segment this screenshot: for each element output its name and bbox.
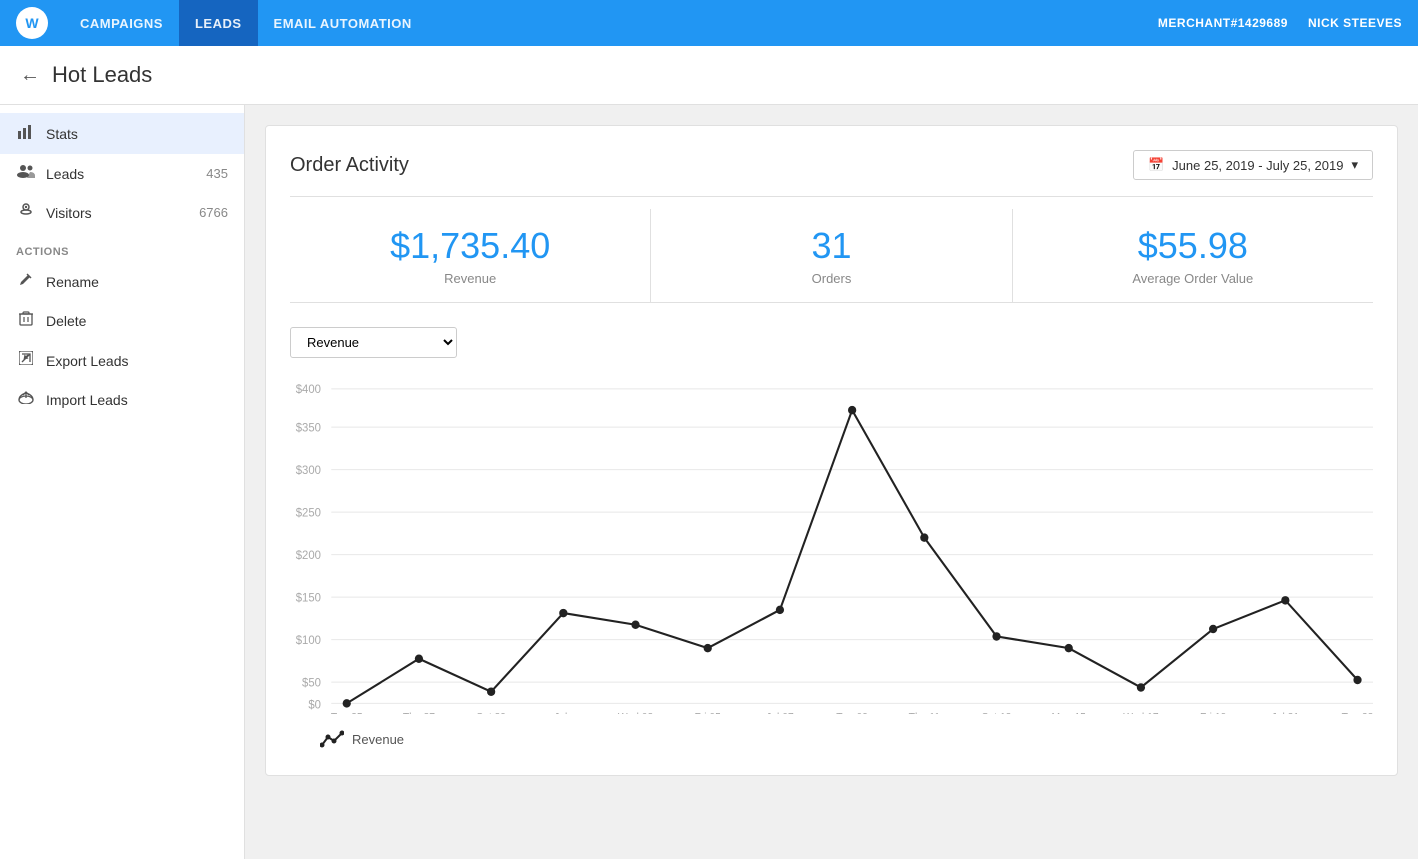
- chart-controls: Revenue Orders Average Order Value: [290, 327, 1373, 358]
- svg-text:July: July: [554, 712, 573, 714]
- sidebar-item-delete[interactable]: Delete: [0, 301, 244, 341]
- svg-text:Fri 19: Fri 19: [1200, 712, 1227, 714]
- leads-icon: [16, 164, 36, 183]
- sidebar-item-export-leads[interactable]: Export Leads: [0, 341, 244, 380]
- top-nav: W CAMPAIGNS LEADS EMAIL AUTOMATION MERCH…: [0, 0, 1418, 46]
- chart-legend: Revenue: [290, 727, 1373, 751]
- header-divider: [290, 196, 1373, 197]
- order-activity-card: Order Activity 📅 June 25, 2019 - July 25…: [265, 125, 1398, 776]
- revenue-chart: $400 $350 $300 $250 $200 $150 $100 $50: [290, 374, 1373, 714]
- page-header: ← Hot Leads: [0, 46, 1418, 105]
- stats-row: $1,735.40 Revenue 31 Orders $55.98 Avera…: [290, 209, 1373, 303]
- chart-area: $400 $350 $300 $250 $200 $150 $100 $50: [290, 374, 1373, 719]
- svg-text:Thu 11: Thu 11: [909, 712, 941, 714]
- import-leads-label: Import Leads: [46, 392, 228, 408]
- svg-text:Sat 13: Sat 13: [982, 712, 1012, 714]
- stats-icon: [16, 123, 36, 144]
- svg-text:$100: $100: [296, 635, 321, 647]
- svg-text:Mon 15: Mon 15: [1052, 712, 1087, 714]
- svg-text:Fri 05: Fri 05: [695, 712, 722, 714]
- svg-text:$250: $250: [296, 507, 321, 519]
- orders-label: Orders: [675, 271, 987, 286]
- legend-label: Revenue: [352, 732, 404, 747]
- main-content: Order Activity 📅 June 25, 2019 - July 25…: [245, 105, 1418, 859]
- export-icon: [16, 351, 36, 370]
- nav-email-automation[interactable]: EMAIL AUTOMATION: [258, 0, 428, 46]
- right-info: MERCHANT#1429689 NICK STEEVES: [1158, 16, 1402, 30]
- rename-label: Rename: [46, 274, 228, 290]
- leads-count: 435: [206, 166, 228, 181]
- stat-revenue: $1,735.40 Revenue: [290, 209, 651, 302]
- sidebar-item-visitors-label: Visitors: [46, 205, 189, 221]
- svg-text:Jul 21: Jul 21: [1272, 712, 1300, 714]
- sidebar: Stats Leads 435 Visitors 6766 Actions Re…: [0, 105, 245, 859]
- svg-text:Sat 29: Sat 29: [476, 712, 506, 714]
- rename-icon: [16, 272, 36, 291]
- logo: W: [16, 7, 48, 39]
- revenue-value: $1,735.40: [314, 225, 626, 267]
- date-range-text: June 25, 2019 - July 25, 2019: [1172, 158, 1343, 173]
- svg-text:Tue 09: Tue 09: [836, 712, 868, 714]
- delete-icon: [16, 311, 36, 331]
- svg-text:Wed 03: Wed 03: [618, 712, 654, 714]
- revenue-label: Revenue: [314, 271, 626, 286]
- chart-metric-dropdown[interactable]: Revenue Orders Average Order Value: [290, 327, 457, 358]
- back-button[interactable]: ←: [20, 64, 40, 87]
- import-icon: [16, 390, 36, 409]
- svg-text:$350: $350: [296, 422, 321, 434]
- date-range-button[interactable]: 📅 June 25, 2019 - July 25, 2019 ▾: [1133, 150, 1373, 180]
- user-name: NICK STEEVES: [1308, 16, 1402, 30]
- avg-order-label: Average Order Value: [1037, 271, 1349, 286]
- calendar-icon: 📅: [1148, 157, 1164, 173]
- layout: Stats Leads 435 Visitors 6766 Actions Re…: [0, 105, 1418, 859]
- svg-text:Wed 17: Wed 17: [1123, 712, 1159, 714]
- card-title: Order Activity: [290, 154, 409, 177]
- stat-orders: 31 Orders: [651, 209, 1012, 302]
- svg-text:$0: $0: [308, 700, 321, 712]
- svg-text:Tue 23: Tue 23: [1342, 712, 1373, 714]
- nav-leads[interactable]: LEADS: [179, 0, 258, 46]
- sidebar-item-stats[interactable]: Stats: [0, 113, 244, 154]
- sidebar-item-leads[interactable]: Leads 435: [0, 154, 244, 193]
- nav-items: CAMPAIGNS LEADS EMAIL AUTOMATION: [64, 0, 1158, 46]
- svg-text:$50: $50: [302, 677, 321, 689]
- export-leads-label: Export Leads: [46, 353, 228, 369]
- card-header: Order Activity 📅 June 25, 2019 - July 25…: [290, 150, 1373, 180]
- delete-label: Delete: [46, 313, 228, 329]
- visitors-count: 6766: [199, 205, 228, 220]
- sidebar-item-leads-label: Leads: [46, 166, 196, 182]
- svg-text:Jul 07: Jul 07: [766, 712, 794, 714]
- sidebar-item-rename[interactable]: Rename: [0, 262, 244, 301]
- dropdown-arrow-icon: ▾: [1351, 157, 1358, 173]
- svg-text:Tue 25: Tue 25: [331, 712, 363, 714]
- sidebar-item-import-leads[interactable]: Import Leads: [0, 380, 244, 419]
- nav-campaigns[interactable]: CAMPAIGNS: [64, 0, 179, 46]
- svg-text:$150: $150: [296, 592, 321, 604]
- sidebar-item-visitors[interactable]: Visitors 6766: [0, 193, 244, 232]
- legend-icon: [320, 727, 344, 751]
- actions-section-label: Actions: [0, 232, 244, 262]
- merchant-id: MERCHANT#1429689: [1158, 16, 1288, 30]
- page-title: Hot Leads: [52, 62, 152, 88]
- svg-text:$300: $300: [296, 465, 321, 477]
- sidebar-item-stats-label: Stats: [46, 126, 228, 142]
- svg-text:Thu 27: Thu 27: [403, 712, 435, 714]
- svg-text:$400: $400: [296, 384, 321, 396]
- stat-avg-order: $55.98 Average Order Value: [1013, 209, 1373, 302]
- avg-order-value: $55.98: [1037, 225, 1349, 267]
- orders-value: 31: [675, 225, 987, 267]
- svg-text:$200: $200: [296, 550, 321, 562]
- visitors-icon: [16, 203, 36, 222]
